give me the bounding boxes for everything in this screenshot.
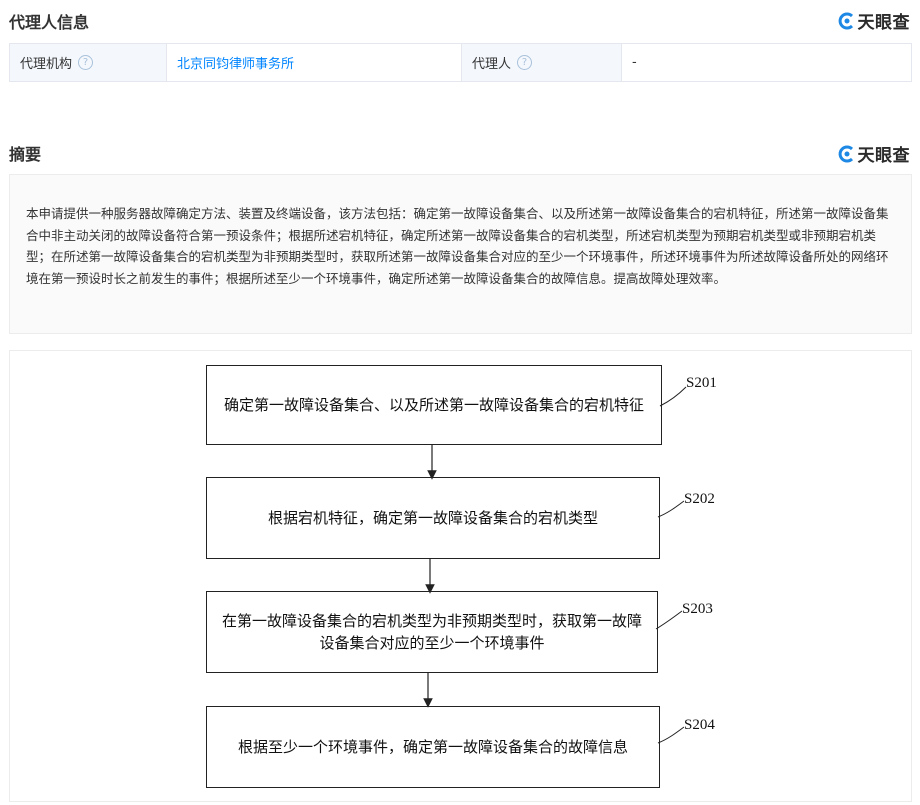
tianyancha-logo-icon [838, 12, 853, 29]
help-icon[interactable]: ? [517, 55, 533, 70]
abstract-box: 本申请提供一种服务器故障确定方法、装置及终端设备，该方法包括：确定第一故障设备集… [9, 174, 912, 334]
abstract-figure: 确定第一故障设备集合、以及所述第一故障设备集合的宕机特征 S201 根据宕机特征… [9, 350, 912, 802]
flow-step-s201: 确定第一故障设备集合、以及所述第一故障设备集合的宕机特征 [206, 365, 662, 445]
step-label-s204: S204 [684, 717, 715, 733]
brand-name: 天眼查 [857, 146, 910, 166]
help-icon[interactable]: ? [78, 55, 94, 70]
agent-label-cell: 代理人 ? [462, 44, 622, 81]
agent-value-cell: - [622, 44, 911, 81]
tianyancha-logo-icon [838, 145, 853, 162]
agency-value-cell: 北京同钧律师事务所 [167, 44, 462, 81]
flow-step-text: 在第一故障设备集合的宕机类型为非预期类型时，获取第一故障设备集合对应的至少一个环… [221, 612, 642, 652]
abstract-text: 本申请提供一种服务器故障确定方法、装置及终端设备，该方法包括：确定第一故障设备集… [26, 206, 889, 286]
flow-step-text: 根据宕机特征，确定第一故障设备集合的宕机类型 [267, 509, 598, 527]
step-leader [657, 500, 685, 518]
abstract-title: 摘要 [9, 145, 42, 164]
agent-info-table: 代理机构 ? 北京同钧律师事务所 代理人 ? - [9, 43, 912, 82]
flow-step-s203: 在第一故障设备集合的宕机类型为非预期类型时，获取第一故障设备集合对应的至少一个环… [206, 591, 658, 673]
step-label-s203: S203 [682, 601, 713, 617]
flow-step-text: 根据至少一个环境事件，确定第一故障设备集合的故障信息 [237, 738, 628, 756]
tianyancha-logo[interactable]: 天眼查 [838, 8, 911, 33]
step-label-s202: S202 [684, 491, 715, 507]
agency-label-cell: 代理机构 ? [10, 44, 167, 81]
agent-label: 代理人 [472, 57, 512, 72]
flow-step-s202: 根据宕机特征，确定第一故障设备集合的宕机类型 [206, 477, 660, 559]
step-leader [655, 610, 683, 630]
agency-link[interactable]: 北京同钧律师事务所 [177, 53, 294, 72]
brand-name: 天眼查 [857, 13, 910, 33]
flow-step-text: 确定第一故障设备集合、以及所述第一故障设备集合的宕机特征 [223, 396, 644, 414]
flow-step-s204: 根据至少一个环境事件，确定第一故障设备集合的故障信息 [206, 706, 660, 788]
agent-value: - [632, 55, 637, 70]
step-leader [659, 386, 687, 407]
step-label-s201: S201 [686, 375, 717, 391]
agent-info-title: 代理人信息 [9, 13, 90, 32]
agency-label: 代理机构 [20, 57, 73, 72]
tianyancha-logo[interactable]: 天眼查 [838, 141, 911, 166]
step-leader [657, 726, 685, 744]
